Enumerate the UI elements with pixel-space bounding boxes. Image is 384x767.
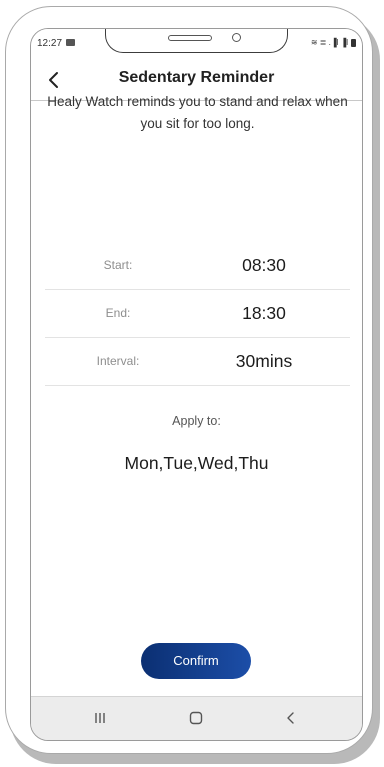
nav-back-button[interactable] [278, 707, 304, 729]
gallery-notification-icon [66, 39, 75, 46]
earpiece-speaker [168, 35, 212, 41]
android-nav-bar [31, 696, 362, 740]
interval-value[interactable]: 30mins [191, 337, 337, 385]
phone-screen: 12:27 ≋ ≣ .▐l ▐l Sedentary Reminder Heal… [30, 28, 363, 741]
status-time: 12:27 [37, 38, 63, 49]
start-time-row[interactable]: Start: 08:30 [45, 241, 350, 290]
apply-to-label: Apply to: [172, 414, 221, 428]
status-indicators: ≋ ≣ .▐l ▐l [311, 38, 356, 47]
start-value[interactable]: 08:30 [191, 241, 337, 289]
end-time-row[interactable]: End: 18:30 [45, 289, 350, 338]
status-bar: 12:27 ≋ ≣ .▐l ▐l [31, 29, 362, 59]
home-icon [189, 711, 203, 725]
end-value[interactable]: 18:30 [191, 289, 337, 337]
start-label: Start: [103, 258, 133, 272]
camera-notch [105, 29, 288, 53]
reminder-description: Healy Watch reminds you to stand and rel… [47, 94, 348, 131]
front-camera [232, 33, 241, 42]
page: 12:27 ≋ ≣ .▐l ▐l Sedentary Reminder Heal… [0, 0, 384, 767]
nav-back-icon [287, 712, 294, 724]
end-label: End: [105, 306, 131, 320]
battery-icon [351, 38, 356, 47]
signal-indicators: ≋ ≣ .▐l ▐l [310, 38, 348, 47]
interval-row[interactable]: Interval: 30mins [45, 337, 350, 386]
recents-icon [95, 713, 105, 723]
page-title: Sedentary Reminder [118, 69, 275, 86]
apply-to-days[interactable]: Mon,Tue,Wed,Thu [31, 453, 362, 474]
home-button[interactable] [183, 707, 209, 729]
recents-button[interactable] [87, 707, 113, 729]
interval-label: Interval: [96, 354, 140, 368]
confirm-button[interactable]: Confirm [141, 643, 251, 679]
